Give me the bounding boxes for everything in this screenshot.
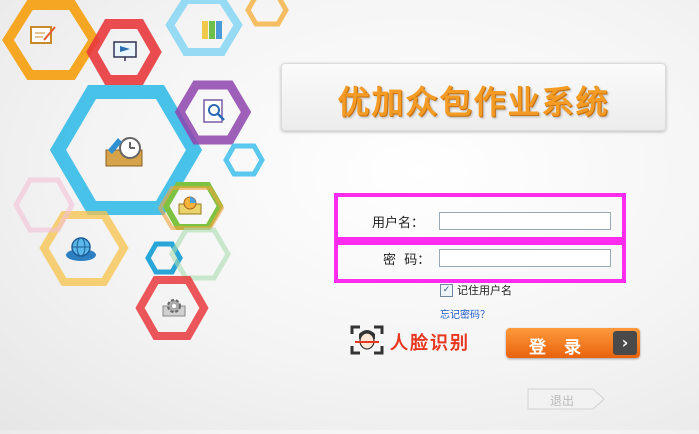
binders-icon: [200, 18, 226, 42]
pie-chart-icon: [178, 196, 202, 216]
title-banner: 优加众包作业系统: [281, 63, 666, 131]
remember-username-checkbox[interactable]: ✓: [440, 283, 453, 297]
globe-disk-icon: [64, 236, 98, 262]
hexagon-background-art: [2, 0, 289, 340]
password-label: 密 码：: [383, 253, 431, 268]
chevron-right-icon: ›: [613, 331, 637, 355]
app-title: 优加众包作业系统: [337, 83, 610, 121]
login-button[interactable]: 登 录 ›: [506, 328, 640, 358]
notepad-icon: [30, 24, 56, 46]
face-scan-icon: [350, 325, 384, 359]
gear-icon: [162, 298, 186, 318]
remember-username-label: 记住用户名: [457, 284, 512, 297]
search-document-icon: [202, 98, 228, 124]
remember-username-option[interactable]: ✓ 记住用户名: [440, 282, 512, 298]
face-recognition-label: 人脸识别: [390, 333, 470, 354]
clock-chart-icon: [104, 136, 146, 170]
presentation-icon: [112, 40, 138, 62]
forgot-password-link[interactable]: 忘记密码？: [440, 306, 490, 321]
exit-button[interactable]: 退出: [527, 388, 605, 410]
face-recognition-button[interactable]: 人脸识别: [350, 325, 470, 359]
password-input[interactable]: [439, 249, 611, 267]
login-button-label: 登 录: [529, 338, 587, 358]
username-label: 用户名：: [372, 216, 425, 231]
exit-button-label: 退出: [549, 394, 574, 408]
username-input[interactable]: [439, 212, 611, 230]
decorative-hexagon-cluster: [0, 0, 320, 430]
